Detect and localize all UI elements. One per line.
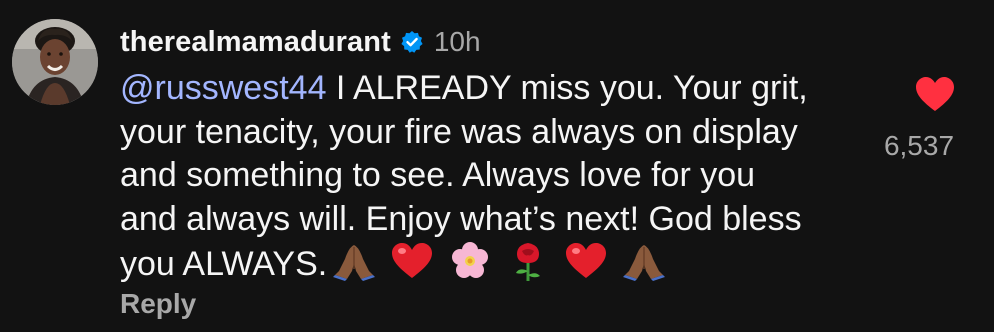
comment-line-1: @russwest44 I ALREADY miss you. Your gri…	[120, 67, 880, 111]
rose-emoji-icon	[505, 241, 551, 281]
like-heart-icon[interactable]	[914, 75, 956, 113]
comment-line-text: I ALREADY miss you. Your grit,	[326, 69, 808, 107]
red-heart-emoji-icon	[563, 241, 609, 281]
comment-text: @russwest44 I ALREADY miss you. Your gri…	[120, 67, 880, 287]
timestamp: 10h	[433, 26, 481, 57]
comment-line-4: and always will. Enjoy what’s next! God …	[120, 199, 802, 238]
verified-badge-icon	[400, 30, 424, 54]
folded-hands-emoji-icon	[331, 241, 377, 281]
username[interactable]: therealmamadurant	[120, 26, 391, 59]
mention-link[interactable]: @russwest44	[120, 69, 326, 107]
emoji-row	[327, 241, 679, 281]
comment-header: therealmamadurant 10h	[120, 22, 481, 62]
reply-button[interactable]: Reply	[120, 288, 196, 320]
comment-line-3: and something to see. Always love for yo…	[120, 156, 756, 194]
cherry-blossom-emoji-icon	[447, 241, 493, 281]
red-heart-emoji-icon	[389, 241, 435, 281]
comment-line-2: your tenacity, your fire was always on d…	[120, 112, 798, 151]
avatar[interactable]	[12, 19, 98, 105]
comment-line-5: you ALWAYS.	[120, 241, 880, 287]
folded-hands-emoji-icon	[621, 241, 667, 281]
like-count: 6,537	[883, 130, 955, 161]
comment-line-text: you ALWAYS.	[120, 245, 328, 283]
